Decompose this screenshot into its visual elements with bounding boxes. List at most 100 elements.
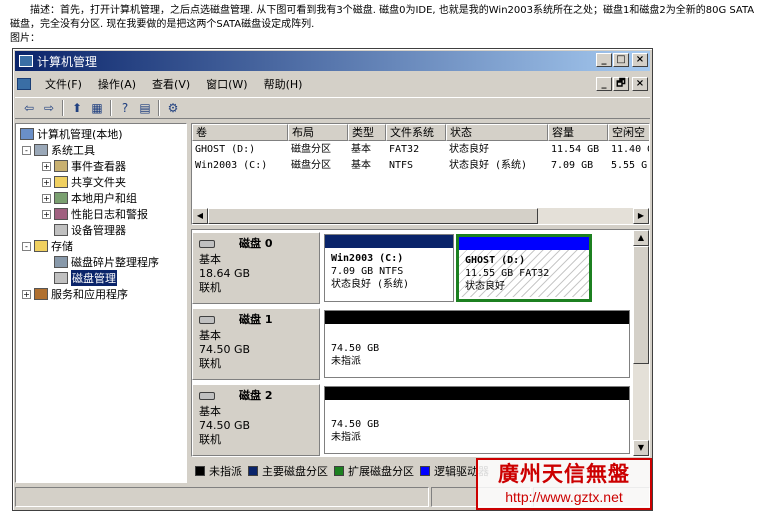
- column-header-volume[interactable]: 卷: [192, 124, 288, 141]
- back-icon[interactable]: ⇦: [19, 99, 39, 117]
- table-row[interactable]: Win2003 (C:) 磁盘分区 基本 NTFS 状态良好 (系统) 7.09…: [192, 158, 649, 174]
- legend-swatch: [248, 466, 258, 476]
- column-header-free-space[interactable]: 空闲空: [608, 124, 649, 141]
- disk-name: 磁盘 2: [239, 389, 273, 402]
- legend-label: 扩展磁盘分区: [348, 465, 414, 478]
- scroll-up-icon[interactable]: ▲: [633, 230, 649, 246]
- scroll-down-icon[interactable]: ▼: [633, 440, 649, 456]
- legend-label: 主要磁盘分区: [262, 465, 328, 478]
- tree-item-label: 磁盘管理: [71, 270, 117, 286]
- free-space-cell: 11.40 G: [611, 144, 650, 155]
- column-header-capacity[interactable]: 容量: [548, 124, 608, 141]
- volume-detail: 11.55 GB FAT32: [465, 268, 550, 279]
- menu-help[interactable]: 帮助(H): [256, 76, 311, 92]
- tree-item-label: 存储: [51, 240, 73, 253]
- storage-icon: [34, 240, 48, 252]
- tree-item-label: 磁盘碎片整理程序: [71, 256, 159, 269]
- column-header-status[interactable]: 状态: [446, 124, 548, 141]
- unallocated-block[interactable]: 74.50 GB 未指派: [324, 386, 630, 454]
- watermark-logo: 廣州天信無盤 http://www.gztx.net: [476, 458, 652, 510]
- up-folder-icon[interactable]: ⬆: [67, 99, 87, 117]
- settings-icon[interactable]: ⚙: [163, 99, 183, 117]
- horizontal-scroll-thumb[interactable]: [208, 208, 538, 224]
- tree-item-computer-management[interactable]: 计算机管理(本地): [20, 126, 123, 142]
- disk-management-icon: [54, 272, 68, 284]
- disk-icon: [199, 240, 215, 248]
- child-close-button[interactable]: ×: [632, 77, 648, 91]
- expand-icon[interactable]: +: [42, 193, 51, 203]
- console-tree: 计算机管理(本地) - 系统工具 + 事件查看器 + 共享文件夹 + 本地用户和…: [15, 123, 187, 483]
- disk-size: 74.50 GB: [199, 343, 251, 356]
- tree-item-disk-management[interactable]: 磁盘管理: [54, 270, 117, 286]
- tree-item-label: 性能日志和警报: [71, 208, 148, 221]
- collapse-icon[interactable]: -: [22, 241, 31, 251]
- expand-icon[interactable]: +: [42, 177, 51, 187]
- tree-item-services-applications[interactable]: + 服务和应用程序: [22, 286, 128, 302]
- menu-file[interactable]: 文件(F): [37, 76, 90, 92]
- filesystem-cell: FAT32: [389, 144, 420, 155]
- scroll-right-icon[interactable]: ▶: [633, 208, 649, 224]
- disk-name: 磁盘 0: [239, 237, 273, 250]
- tree-item-label: 设备管理器: [71, 224, 126, 237]
- menu-view[interactable]: 查看(V): [144, 76, 198, 92]
- table-row[interactable]: GHOST (D:) 磁盘分区 基本 FAT32 状态良好 11.54 GB 1…: [192, 142, 650, 158]
- title-bar[interactable]: 计算机管理 _ □ ×: [15, 51, 650, 71]
- tree-item-performance-logs[interactable]: + 性能日志和警报: [42, 206, 148, 222]
- console-icon[interactable]: [17, 78, 31, 90]
- legend-item: 主要磁盘分区: [248, 463, 328, 479]
- vertical-scroll-thumb[interactable]: [633, 246, 649, 364]
- expand-icon[interactable]: +: [42, 161, 51, 171]
- unallocated-bar: [325, 387, 629, 400]
- disk-label[interactable]: 磁盘 2 基本 74.50 GB 联机: [192, 384, 320, 456]
- child-minimize-button[interactable]: _: [596, 77, 612, 91]
- tree-item-system-tools[interactable]: - 系统工具: [22, 142, 95, 158]
- disk-label[interactable]: 磁盘 1 基本 74.50 GB 联机: [192, 308, 320, 380]
- legend-swatch: [420, 466, 430, 476]
- toolbar-separator: [110, 100, 112, 116]
- tree-item-label: 共享文件夹: [71, 176, 126, 189]
- child-restore-button[interactable]: 🗗: [613, 77, 629, 91]
- tree-item-defragmenter[interactable]: 磁盘碎片整理程序: [54, 254, 159, 270]
- disk-status: 联机: [199, 357, 221, 370]
- tree-item-device-manager[interactable]: 设备管理器: [54, 222, 126, 238]
- users-icon: [54, 192, 68, 204]
- forward-icon[interactable]: ⇨: [39, 99, 59, 117]
- shared-folder-icon: [54, 176, 68, 188]
- expand-icon[interactable]: +: [42, 209, 51, 219]
- tree-item-label: 服务和应用程序: [51, 288, 128, 301]
- menu-window[interactable]: 窗口(W): [198, 76, 255, 92]
- tree-item-event-viewer[interactable]: + 事件查看器: [42, 158, 126, 174]
- help-icon[interactable]: ?: [115, 99, 135, 117]
- status-cell: 状态良好 (系统): [449, 160, 528, 171]
- minimize-button[interactable]: _: [596, 53, 612, 67]
- horizontal-scrollbar[interactable]: ◀ ▶: [192, 208, 649, 224]
- vertical-scrollbar[interactable]: ▲ ▼: [633, 230, 649, 456]
- close-button[interactable]: ×: [632, 53, 648, 67]
- tree-item-label: 系统工具: [51, 144, 95, 157]
- volume-block-c[interactable]: Win2003 (C:) 7.09 GB NTFS 状态良好 (系统): [324, 234, 454, 302]
- disk-graphical-view: 磁盘 0 基本 18.64 GB 联机 Win2003 (C:) 7.09 GB…: [191, 229, 650, 457]
- properties-icon[interactable]: ▤: [135, 99, 155, 117]
- scroll-left-icon[interactable]: ◀: [192, 208, 208, 224]
- disk-label[interactable]: 磁盘 0 基本 18.64 GB 联机: [192, 232, 320, 304]
- collapse-icon[interactable]: -: [22, 145, 31, 155]
- details-pane: 卷 布局 类型 文件系统 状态 容量 空闲空 GHOST (D:) 磁盘分区 基…: [191, 123, 650, 483]
- expand-icon[interactable]: +: [22, 289, 31, 299]
- legend-item: 未指派: [195, 463, 242, 479]
- menu-action[interactable]: 操作(A): [90, 76, 144, 92]
- maximize-button[interactable]: □: [613, 53, 629, 67]
- unallocated-block[interactable]: 74.50 GB 未指派: [324, 310, 630, 378]
- tree-item-local-users[interactable]: + 本地用户和组: [42, 190, 137, 206]
- column-header-layout[interactable]: 布局: [288, 124, 348, 141]
- show-tree-icon[interactable]: ▦: [87, 99, 107, 117]
- computer-icon: [20, 128, 34, 140]
- volume-block-d[interactable]: GHOST (D:) 11.55 GB FAT32 状态良好: [456, 234, 592, 302]
- legend-swatch: [195, 466, 205, 476]
- primary-partition-bar: [459, 237, 589, 250]
- tree-item-shared-folders[interactable]: + 共享文件夹: [42, 174, 126, 190]
- type-cell: 基本: [351, 160, 371, 171]
- device-manager-icon: [54, 224, 68, 236]
- tree-item-storage[interactable]: - 存储: [22, 238, 73, 254]
- column-header-type[interactable]: 类型: [348, 124, 386, 141]
- column-header-filesystem[interactable]: 文件系统: [386, 124, 446, 141]
